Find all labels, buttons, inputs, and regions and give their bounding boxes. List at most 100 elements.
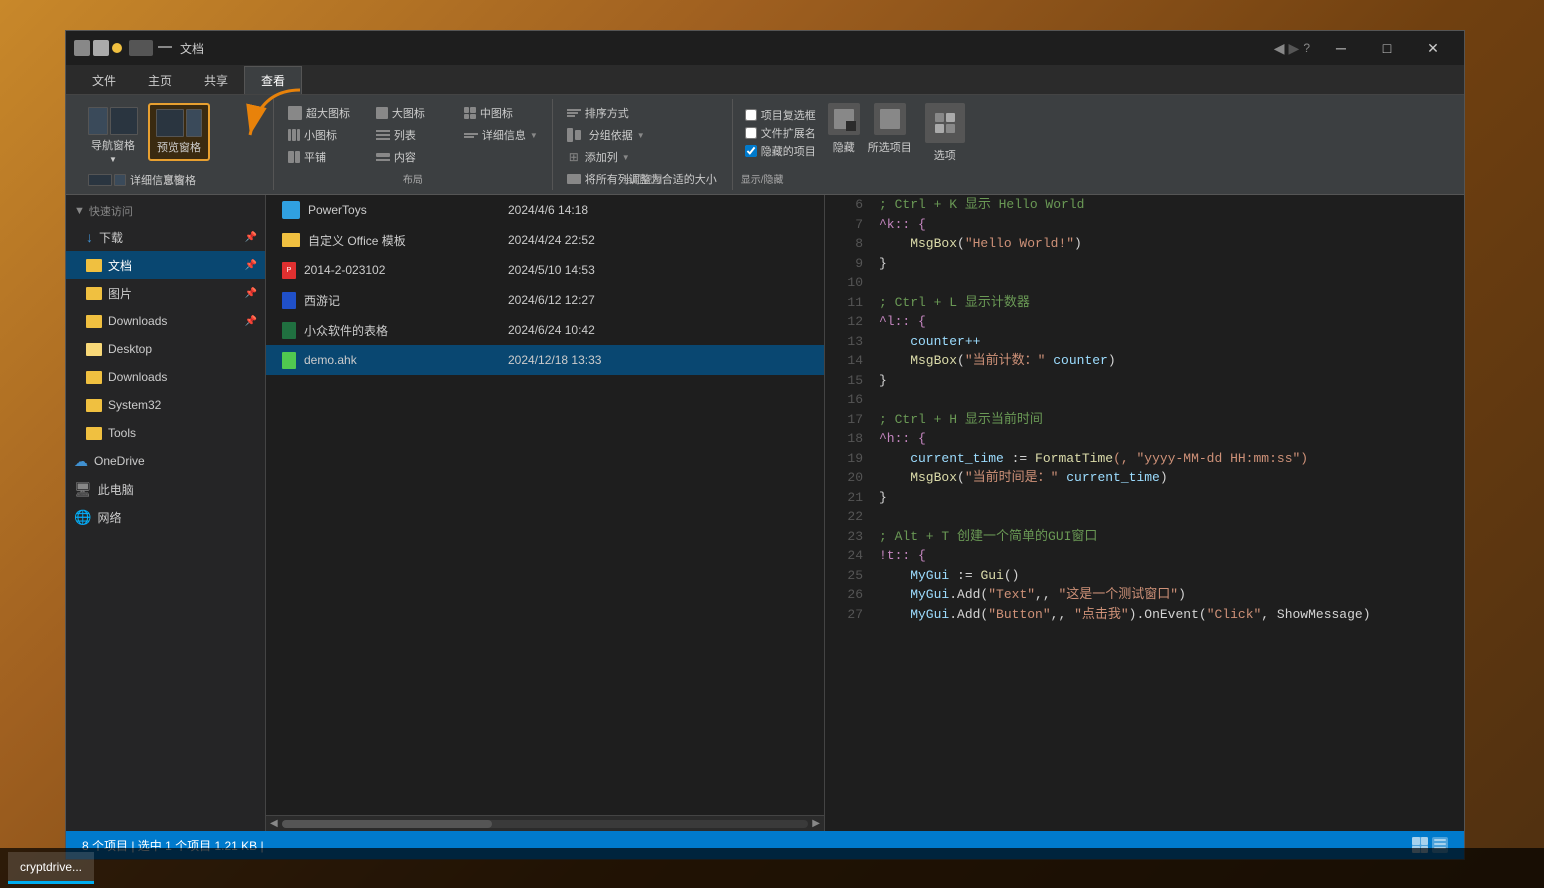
- sidebar-item-onedrive[interactable]: ☁ OneDrive: [66, 447, 265, 475]
- computer-icon: 🖥: [74, 481, 92, 498]
- layout-content-button[interactable]: 内容: [370, 147, 456, 167]
- hidden-items-option[interactable]: 隐藏的项目: [745, 143, 816, 159]
- downloads2-folder-icon: [86, 371, 102, 384]
- layout-group-label: 布局: [403, 171, 423, 186]
- group-by-button[interactable]: 分组依据 ▼: [561, 125, 724, 145]
- sidebar-item-system32[interactable]: System32: [66, 391, 265, 419]
- scroll-left-button[interactable]: ◀: [270, 818, 278, 829]
- code-line-21: 21 }: [825, 488, 1464, 508]
- scrollbar-track[interactable]: [282, 820, 809, 828]
- show-hide-checkboxes: 项目复选框 文件扩展名 隐藏的项目: [741, 103, 820, 163]
- select-items-button-group: 所选项目: [868, 103, 912, 155]
- sidebar-item-tools[interactable]: Tools: [66, 419, 265, 447]
- close-button[interactable]: ✕: [1410, 31, 1456, 65]
- pdf-name: 2014-2-023102: [304, 263, 385, 277]
- code-line-10: 10: [825, 273, 1464, 293]
- sidebar-item-downloads2[interactable]: Downloads: [66, 363, 265, 391]
- back-nav-icon[interactable]: ◀: [1274, 40, 1285, 57]
- word-icon: [282, 292, 296, 309]
- preview-pane-button[interactable]: 预览窗格: [148, 103, 210, 161]
- sidebar-item-pictures[interactable]: 图片 📌: [66, 279, 265, 307]
- title-bar: 文档 ◀ ▶ ? ─ □ ✕: [66, 31, 1464, 65]
- forward-nav-icon[interactable]: ▶: [1289, 40, 1300, 57]
- taskbar-item-label: cryptdrive...: [20, 860, 82, 874]
- scroll-right-button[interactable]: ▶: [812, 818, 820, 829]
- quick-access-header[interactable]: ▼ 快速访问: [66, 199, 265, 223]
- file-item-excel[interactable]: 小众软件的表格 2024/6/24 10:42: [266, 315, 824, 345]
- ahk-date: 2024/12/18 13:33: [508, 353, 708, 367]
- quick-access-arrow: ▼: [74, 205, 85, 217]
- options-button-group[interactable]: 选项: [920, 103, 970, 163]
- ribbon-toolbar: 导航窗格 ▼ 预览窗格 详细信息窗格: [66, 95, 1464, 195]
- file-item-demo-ahk[interactable]: demo.ahk 2024/12/18 13:33: [266, 345, 824, 375]
- hide-icon: [828, 103, 860, 135]
- taskbar-item-cryptdrive[interactable]: cryptdrive...: [8, 852, 94, 884]
- sidebar-downloads-pin-label: 下载: [99, 229, 123, 246]
- scrollbar-thumb[interactable]: [282, 820, 493, 828]
- layout-small-icon-button[interactable]: 小图标: [282, 125, 368, 145]
- layout-detail-button[interactable]: 详细信息 ▼: [458, 125, 544, 145]
- sidebar-item-thispc[interactable]: 🖥 此电脑: [66, 475, 265, 503]
- sidebar-downloads2-label: Downloads: [108, 370, 167, 384]
- file-ext-label: 文件扩展名: [761, 125, 816, 141]
- file-ext-input[interactable]: [745, 127, 757, 139]
- file-item-xiyouji[interactable]: 西游记 2024/6/12 12:27: [266, 285, 824, 315]
- powertoys-date: 2024/4/6 14:18: [508, 203, 708, 217]
- layout-large-icon-button[interactable]: 大图标: [370, 103, 456, 123]
- tools-folder-icon: [86, 427, 102, 440]
- horizontal-scrollbar[interactable]: ◀ ▶: [266, 815, 824, 831]
- sidebar-item-downloads-pin[interactable]: ↓ 下载 📌: [66, 223, 265, 251]
- window-title: 文档: [180, 40, 1274, 57]
- help-icon[interactable]: ?: [1303, 41, 1310, 55]
- code-line-7: 7 ^k:: {: [825, 215, 1464, 235]
- file-list: PowerToys 2024/4/6 14:18 自定义 Office 模板 2…: [266, 195, 824, 815]
- tab-view[interactable]: 查看: [244, 66, 302, 94]
- nav-pane-button[interactable]: 导航窗格 ▼: [82, 103, 144, 168]
- code-line-11: 11 ; Ctrl + L 显示计数器: [825, 293, 1464, 313]
- file-item-powertoys[interactable]: PowerToys 2024/4/6 14:18: [266, 195, 824, 225]
- show-hide-group-label: 显示/隐藏: [741, 171, 784, 186]
- file-item-office-templates[interactable]: 自定义 Office 模板 2024/4/24 22:52: [266, 225, 824, 255]
- hidden-items-input[interactable]: [745, 145, 757, 157]
- sidebar-item-network[interactable]: 🌐 网络: [66, 503, 265, 531]
- code-line-16: 16: [825, 390, 1464, 410]
- taskbar: cryptdrive...: [0, 848, 1544, 888]
- documents-pin-icon: 📌: [245, 260, 257, 271]
- sidebar-item-downloads1[interactable]: Downloads 📌: [66, 307, 265, 335]
- pin-icon: 📌: [245, 232, 257, 243]
- sidebar-system32-label: System32: [108, 398, 161, 412]
- sort-button[interactable]: 排序方式: [561, 103, 724, 123]
- ahk-icon: [282, 352, 296, 369]
- powertoys-icon: [282, 201, 300, 219]
- sidebar-desktop-label: Desktop: [108, 342, 152, 356]
- code-line-19: 19 current_time := FormatTime(, "yyyy-MM…: [825, 449, 1464, 469]
- item-checkbox-option[interactable]: 项目复选框: [745, 107, 816, 123]
- layout-xlarge-icon-button[interactable]: 超大图标: [282, 103, 368, 123]
- tab-file[interactable]: 文件: [76, 66, 132, 94]
- item-checkbox-input[interactable]: [745, 109, 757, 121]
- pictures-pin-icon: 📌: [245, 288, 257, 299]
- options-icon: [925, 103, 965, 143]
- minimize-button[interactable]: ─: [1318, 31, 1364, 65]
- downloads1-pin-icon: 📌: [245, 316, 257, 327]
- tab-home[interactable]: 主页: [132, 66, 188, 94]
- layout-list-button[interactable]: 列表: [370, 125, 456, 145]
- ribbon-group-current-view: 排序方式 分组依据 ▼ ⊞ 添加列 ▼ 将所有列调整为: [553, 99, 733, 190]
- sidebar-item-desktop[interactable]: Desktop: [66, 335, 265, 363]
- layout-tile-button[interactable]: 平铺: [282, 147, 368, 167]
- add-column-button[interactable]: ⊞ 添加列 ▼: [561, 147, 724, 167]
- sidebar-documents-label: 文档: [108, 257, 132, 274]
- code-line-27: 27 MyGui.Add("Button",, "点击我").OnEvent("…: [825, 605, 1464, 625]
- office-templates-folder-icon: [282, 233, 300, 247]
- excel-icon: [282, 322, 296, 339]
- sidebar-item-documents[interactable]: 文档 📌: [66, 251, 265, 279]
- file-ext-option[interactable]: 文件扩展名: [745, 125, 816, 141]
- code-line-6: 6 ; Ctrl + K 显示 Hello World: [825, 195, 1464, 215]
- tab-share[interactable]: 共享: [188, 66, 244, 94]
- code-line-9: 9 }: [825, 254, 1464, 274]
- code-line-13: 13 counter++: [825, 332, 1464, 352]
- file-item-pdf[interactable]: P 2014-2-023102 2024/5/10 14:53: [266, 255, 824, 285]
- code-line-23: 23 ; Alt + T 创建一个简单的GUI窗口: [825, 527, 1464, 547]
- layout-medium-icon-button[interactable]: 中图标: [458, 103, 544, 123]
- maximize-button[interactable]: □: [1364, 31, 1410, 65]
